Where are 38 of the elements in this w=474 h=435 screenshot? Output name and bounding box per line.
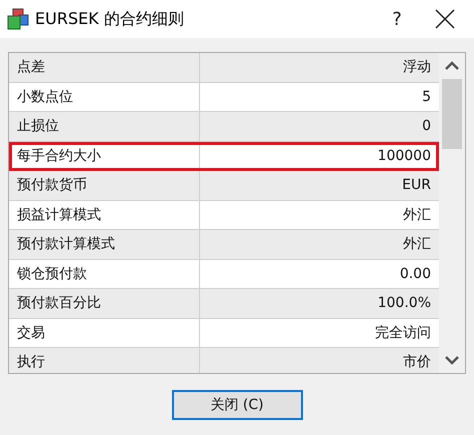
close-button[interactable]: 关闭 (C) bbox=[172, 390, 302, 420]
table-row[interactable]: 点差 浮动 bbox=[9, 53, 439, 82]
property-name: 锁仓预付款 bbox=[17, 264, 87, 283]
property-name: 交易 bbox=[17, 324, 45, 342]
table-row[interactable]: 每手合约大小 100000 bbox=[9, 142, 439, 171]
property-name: 预付款计算模式 bbox=[17, 235, 115, 254]
window-title: EURSEK 的合约细则 bbox=[35, 8, 185, 30]
table-row[interactable]: 止损位 0 bbox=[9, 112, 439, 142]
help-button[interactable]: ? bbox=[374, 8, 420, 30]
property-name: 预付款百分比 bbox=[17, 294, 101, 312]
property-value: 0 bbox=[422, 118, 431, 134]
close-icon[interactable] bbox=[434, 8, 456, 30]
property-name: 每手合约大小 bbox=[17, 146, 101, 165]
scroll-down-icon[interactable] bbox=[445, 355, 459, 365]
property-value: EUR bbox=[402, 177, 431, 194]
property-name: 损益计算模式 bbox=[17, 206, 101, 224]
property-value: 市价 bbox=[403, 353, 431, 372]
scrollbar[interactable] bbox=[439, 53, 465, 373]
table-row[interactable]: 预付款货币 EUR bbox=[9, 171, 439, 200]
property-value: 外汇 bbox=[403, 235, 431, 254]
property-name: 执行 bbox=[17, 353, 45, 372]
property-name: 小数点位 bbox=[17, 88, 73, 106]
property-value: 外汇 bbox=[403, 206, 431, 224]
scroll-up-icon[interactable] bbox=[445, 61, 459, 71]
table-row[interactable]: 预付款百分比 100.0% bbox=[9, 289, 439, 318]
scroll-thumb[interactable] bbox=[442, 79, 462, 149]
property-value: 5 bbox=[422, 88, 431, 105]
property-name: 点差 bbox=[17, 58, 45, 76]
property-value: 100.0% bbox=[378, 295, 431, 312]
property-value: 浮动 bbox=[403, 58, 431, 76]
property-name: 预付款货币 bbox=[17, 176, 87, 194]
property-name: 止损位 bbox=[17, 117, 59, 136]
property-value: 0.00 bbox=[400, 266, 431, 282]
property-value: 完全访问 bbox=[375, 324, 431, 342]
app-icon bbox=[7, 8, 29, 30]
table-row[interactable]: 预付款计算模式 外汇 bbox=[9, 230, 439, 260]
table-row[interactable]: 执行 市价 bbox=[9, 348, 439, 373]
property-value: 100000 bbox=[378, 148, 431, 164]
